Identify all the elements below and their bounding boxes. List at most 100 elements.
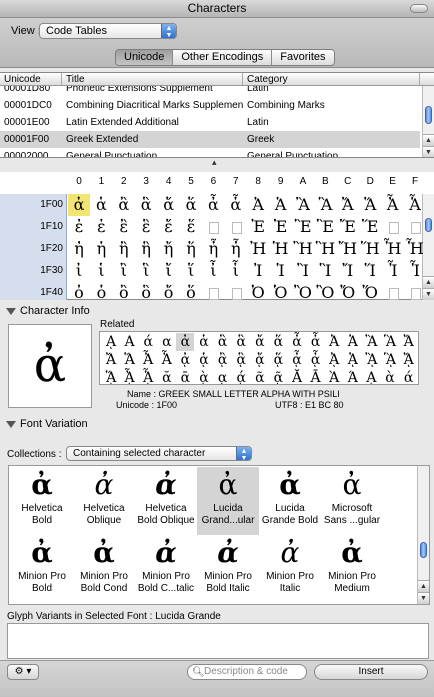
character-cell[interactable]: Ἥ: [359, 238, 381, 260]
character-cell[interactable]: Ἁ: [270, 194, 292, 216]
character-cell[interactable]: Ἶ: [382, 260, 404, 282]
font-tile[interactable]: ἀ Minion Pro Medium: [321, 535, 383, 603]
scroll-down-arrow-icon[interactable]: ▼: [418, 592, 429, 604]
character-cell[interactable]: Ἒ: [292, 216, 314, 238]
related-character[interactable]: ᾱ: [176, 369, 194, 384]
related-character[interactable]: ᾌ: [400, 351, 418, 369]
character-cell[interactable]: ἕ: [180, 216, 202, 238]
character-cell[interactable]: Ὀ: [247, 282, 269, 304]
related-character[interactable]: ᾀ: [176, 351, 194, 369]
font-tile[interactable]: ἀ Helvetica Oblique: [73, 467, 135, 535]
related-character[interactable]: ᾈ: [325, 351, 343, 369]
related-character[interactable]: ᾇ: [307, 351, 325, 369]
character-cell[interactable]: ἳ: [135, 260, 157, 282]
view-select[interactable]: Code Tables ▲ ▼: [39, 23, 177, 39]
table-row[interactable]: 00001DC0 Combining Diacritical Marks Supp…: [0, 97, 420, 114]
related-character[interactable]: ᾊ: [362, 351, 380, 369]
related-character[interactable]: ἆ: [288, 333, 306, 351]
character-cell[interactable]: ἢ: [113, 238, 135, 260]
related-character[interactable]: Ἆ: [139, 351, 157, 369]
related-character[interactable]: ᾍ: [102, 369, 120, 384]
tab-unicode[interactable]: Unicode: [116, 50, 174, 65]
related-character[interactable]: ᾉ: [344, 351, 362, 369]
scroll-thumb[interactable]: [425, 106, 432, 124]
related-character[interactable]: Ἄ: [102, 351, 120, 369]
character-cell[interactable]: ἓ: [135, 216, 157, 238]
character-cell[interactable]: Ἵ: [359, 260, 381, 282]
related-character[interactable]: ἃ: [232, 333, 250, 351]
related-character[interactable]: ᾲ: [195, 369, 213, 384]
character-cell[interactable]: ὅ: [180, 282, 202, 304]
splitter-handle-icon[interactable]: ▴: [212, 157, 217, 168]
character-cell[interactable]: ἷ: [225, 260, 247, 282]
character-cell[interactable]: ἀ: [68, 194, 90, 216]
related-character[interactable]: ἄ: [251, 333, 269, 351]
character-cell[interactable]: ἶ: [202, 260, 224, 282]
insert-button[interactable]: Insert: [314, 664, 428, 680]
table-row[interactable]: 00001E00 Latin Extended Additional Latin: [0, 114, 420, 131]
character-cell[interactable]: Ἲ: [292, 260, 314, 282]
related-character[interactable]: ά: [400, 369, 418, 384]
character-cell[interactable]: Ἅ: [359, 194, 381, 216]
table-row[interactable]: 00002000 General Punctuation General Punct…: [0, 148, 420, 157]
empty-cell[interactable]: [382, 282, 404, 304]
column-header-title[interactable]: Title: [62, 73, 243, 85]
character-cell[interactable]: ἥ: [180, 238, 202, 260]
character-cell[interactable]: ἦ: [202, 238, 224, 260]
empty-cell[interactable]: [202, 216, 224, 238]
character-cell[interactable]: Ἦ: [382, 238, 404, 260]
character-cell[interactable]: ἒ: [113, 216, 135, 238]
font-tile[interactable]: ἀ Microsoft Sans ...gular: [321, 467, 383, 535]
empty-cell[interactable]: [225, 282, 247, 304]
font-variation-disclosure[interactable]: Font Variation: [6, 418, 88, 430]
empty-cell[interactable]: [225, 216, 247, 238]
character-cell[interactable]: ἆ: [202, 194, 224, 216]
related-character[interactable]: ἅ: [269, 333, 287, 351]
character-cell[interactable]: ἲ: [113, 260, 135, 282]
character-cell[interactable]: ἤ: [158, 238, 180, 260]
related-character[interactable]: Ᾱ: [307, 369, 325, 384]
related-character[interactable]: ἁ: [195, 333, 213, 351]
character-cell[interactable]: ἧ: [225, 238, 247, 260]
character-cell[interactable]: Ὁ: [270, 282, 292, 304]
character-cell[interactable]: ἂ: [113, 194, 135, 216]
character-cell[interactable]: ὂ: [113, 282, 135, 304]
character-cell[interactable]: ἡ: [90, 238, 112, 260]
related-character[interactable]: ᾰ: [158, 369, 176, 384]
related-character[interactable]: ᾳ: [214, 369, 232, 384]
character-cell[interactable]: Ἣ: [314, 238, 336, 260]
related-character[interactable]: ᾋ: [381, 351, 399, 369]
related-character[interactable]: α: [158, 333, 176, 351]
character-cell[interactable]: Ἔ: [337, 216, 359, 238]
related-character[interactable]: Ἀ: [325, 333, 343, 351]
character-cell[interactable]: Ἠ: [247, 238, 269, 260]
character-cell[interactable]: Ἀ: [247, 194, 269, 216]
scroll-down-arrow-icon[interactable]: ▼: [423, 146, 434, 157]
related-character[interactable]: Ἄ: [400, 333, 418, 351]
character-cell[interactable]: Ἷ: [404, 260, 426, 282]
character-cell[interactable]: ἃ: [135, 194, 157, 216]
related-character[interactable]: ἂ: [214, 333, 232, 351]
character-cell[interactable]: ὃ: [135, 282, 157, 304]
font-tile[interactable]: ἀ Helvetica Bold: [11, 467, 73, 535]
character-cell[interactable]: Ἂ: [292, 194, 314, 216]
character-cell[interactable]: ἑ: [90, 216, 112, 238]
scroll-thumb[interactable]: [420, 542, 427, 558]
related-character[interactable]: ᾼ: [102, 333, 120, 351]
related-character[interactable]: ᾴ: [232, 369, 250, 384]
related-character[interactable]: ᾄ: [251, 351, 269, 369]
related-character[interactable]: ᾃ: [232, 351, 250, 369]
character-cell[interactable]: ὀ: [68, 282, 90, 304]
related-character[interactable]: ἇ: [307, 333, 325, 351]
character-cell[interactable]: Ἤ: [337, 238, 359, 260]
related-character[interactable]: Ἂ: [362, 333, 380, 351]
character-cell[interactable]: ἵ: [180, 260, 202, 282]
character-cell[interactable]: Ἆ: [382, 194, 404, 216]
related-character[interactable]: Ἃ: [381, 333, 399, 351]
toolbar-toggle-button[interactable]: [410, 4, 428, 13]
character-cell[interactable]: Ἱ: [270, 260, 292, 282]
character-cell[interactable]: Ὅ: [359, 282, 381, 304]
character-cell[interactable]: ἰ: [68, 260, 90, 282]
related-character[interactable]: ᾂ: [214, 351, 232, 369]
related-character[interactable]: ά: [139, 333, 157, 351]
